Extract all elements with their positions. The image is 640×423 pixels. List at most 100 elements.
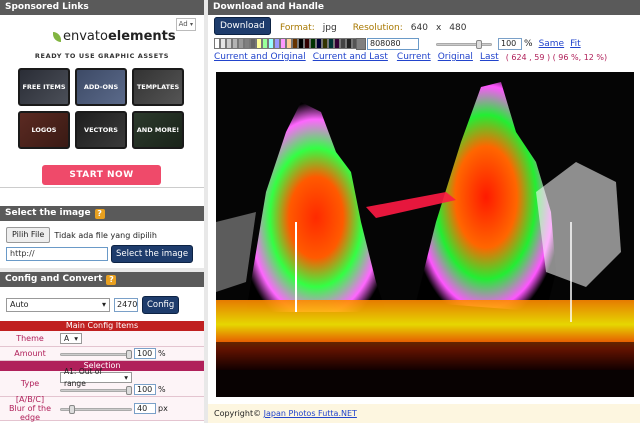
select-image-button[interactable]: Select the image [111,245,194,263]
type-slider-track [60,388,132,392]
blur-row: [A/B/C] Blur of the edge 40 px [0,395,204,422]
sponsored-header: Sponsored Links [0,0,204,15]
tile-and-more[interactable]: AND MORE! [132,111,184,149]
right-panel: Download and Handle Download Format: jpg… [208,0,640,423]
tile-free-items[interactable]: FREE ITEMS [18,68,70,106]
mode-select[interactable]: Auto ▾ [6,298,110,312]
chevron-down-icon: ▾ [101,300,106,309]
current-color-swatch [356,38,366,50]
image-canvas [216,72,634,397]
blur-slider[interactable] [60,404,132,414]
help-icon[interactable]: ? [94,208,105,219]
envato-logo: envato elements [53,29,176,44]
blur-label-1: [A/B/C] [15,395,45,404]
processed-image[interactable] [216,72,634,397]
logo-plain-text: envato [63,29,108,44]
type-row: Type A1: Out of range ▾ 100 % [0,367,204,397]
image-info: Format: jpg Resolution: 640 x 480 [280,23,466,33]
blur-label-2: Blur of the edge [9,404,51,422]
blur-unit: px [158,404,168,413]
ground-shadow [216,342,634,397]
size-input[interactable]: 2470 [114,298,138,312]
amount-row: Amount 100 % [0,347,204,361]
page: Sponsored Links Ad ▾ envato elements READ… [0,0,640,423]
current-link[interactable]: Current [397,52,431,62]
amount-slider[interactable] [60,349,132,359]
config-button[interactable]: Config [142,296,180,314]
left-panel: Sponsored Links Ad ▾ envato elements READ… [0,0,204,423]
ad-tag[interactable]: Ad ▾ [175,18,196,31]
pointer-coordinates: ( 624 , 59 ) ( 96 %, 12 %) [505,52,608,62]
chevron-down-icon: ▾ [124,372,128,382]
resolution-label: Resolution: [352,23,403,33]
select-image-section: Pilih File Tidak ada file yang dipilih h… [0,221,204,268]
resolution-width: 640 [410,23,428,33]
theme-select[interactable]: A ▾ [60,333,82,344]
sponsored-header-label: Sponsored Links [5,2,89,12]
tile-vectors[interactable]: VECTORS [75,111,127,149]
ad-tag-label: Ad [178,20,188,28]
download-button[interactable]: Download [214,17,271,35]
compare-links: Current and Original Current and Last Cu… [214,52,607,62]
ad-tagline: READY TO USE GRAPHIC ASSETS [34,52,170,60]
tile-templates[interactable]: TEMPLATES [132,68,184,106]
type-slider[interactable] [60,385,132,395]
amount-input[interactable]: 100 [134,348,156,359]
chevron-down-icon: ▾ [189,21,193,28]
tile-logos[interactable]: LOGOS [18,111,70,149]
blur-input[interactable]: 40 [134,403,156,414]
theme-select-value: A [64,333,70,343]
type-slider-thumb[interactable] [126,385,132,395]
select-image-header: Select the image ? [0,206,204,221]
theme-label: Theme [16,334,44,343]
download-header: Download and Handle [208,0,640,15]
footer: Copyright© Japan Photos Futta.NET [208,404,640,423]
type-select[interactable]: A1: Out of range ▾ [60,367,132,388]
leaf-icon [53,31,61,42]
hex-color-input[interactable]: 808080 [367,38,419,50]
resolution-height: 480 [449,23,467,33]
footer-link[interactable]: Japan Photos Futta.NET [264,409,357,418]
same-link[interactable]: Same [539,39,565,49]
zoom-input[interactable]: 100 [498,38,522,50]
last-link[interactable]: Last [480,52,499,62]
footer-copyright: Copyright© [214,409,262,418]
config-header: Config and Convert ? [0,272,204,287]
amount-label: Amount [14,349,46,358]
amount-unit: % [158,349,166,358]
zoom-slider-track [436,43,492,46]
current-and-original-link[interactable]: Current and Original [214,52,306,62]
url-input[interactable]: http:// [6,247,108,261]
no-file-text: Tidak ada file yang dipilih [54,230,157,240]
help-icon[interactable]: ? [106,274,117,285]
start-now-button[interactable]: START NOW [42,165,161,185]
chevron-down-icon: ▾ [74,333,78,343]
mode-select-value: Auto [10,300,29,309]
resolution-x: x [435,23,442,33]
tile-add-ons[interactable]: ADD-ONS [75,68,127,106]
zoom-controls: 100 % Same Fit [436,38,581,50]
blur-slider-thumb[interactable] [68,404,75,414]
amount-slider-thumb[interactable] [126,349,132,359]
zoom-unit: % [524,39,533,49]
main-config-title: Main Config Items [0,321,204,331]
zoom-slider-thumb[interactable] [476,40,482,49]
type-label: Type [20,379,40,388]
config-section: Auto ▾ 2470 Config [0,287,204,321]
amount-slider-track [60,352,132,356]
spacer [0,188,204,206]
choose-file-button[interactable]: Pilih File [6,227,51,243]
fit-link[interactable]: Fit [570,39,581,49]
color-swatches [214,38,364,49]
format-label: Format: [280,23,315,33]
format-value: jpg [322,23,337,33]
zoom-slider[interactable] [436,40,492,49]
theme-row: Theme A ▾ [0,331,204,347]
current-and-last-link[interactable]: Current and Last [313,52,388,62]
ad-tiles: FREE ITEMS ADD-ONS TEMPLATES LOGOS VECTO… [18,68,184,149]
type-pct-input[interactable]: 100 [134,384,156,395]
original-link[interactable]: Original [438,52,473,62]
logo-bold-text: elements [107,29,176,44]
download-header-label: Download and Handle [213,2,324,12]
ad-banner[interactable]: Ad ▾ envato elements READY TO USE GRAPHIC… [0,15,204,188]
